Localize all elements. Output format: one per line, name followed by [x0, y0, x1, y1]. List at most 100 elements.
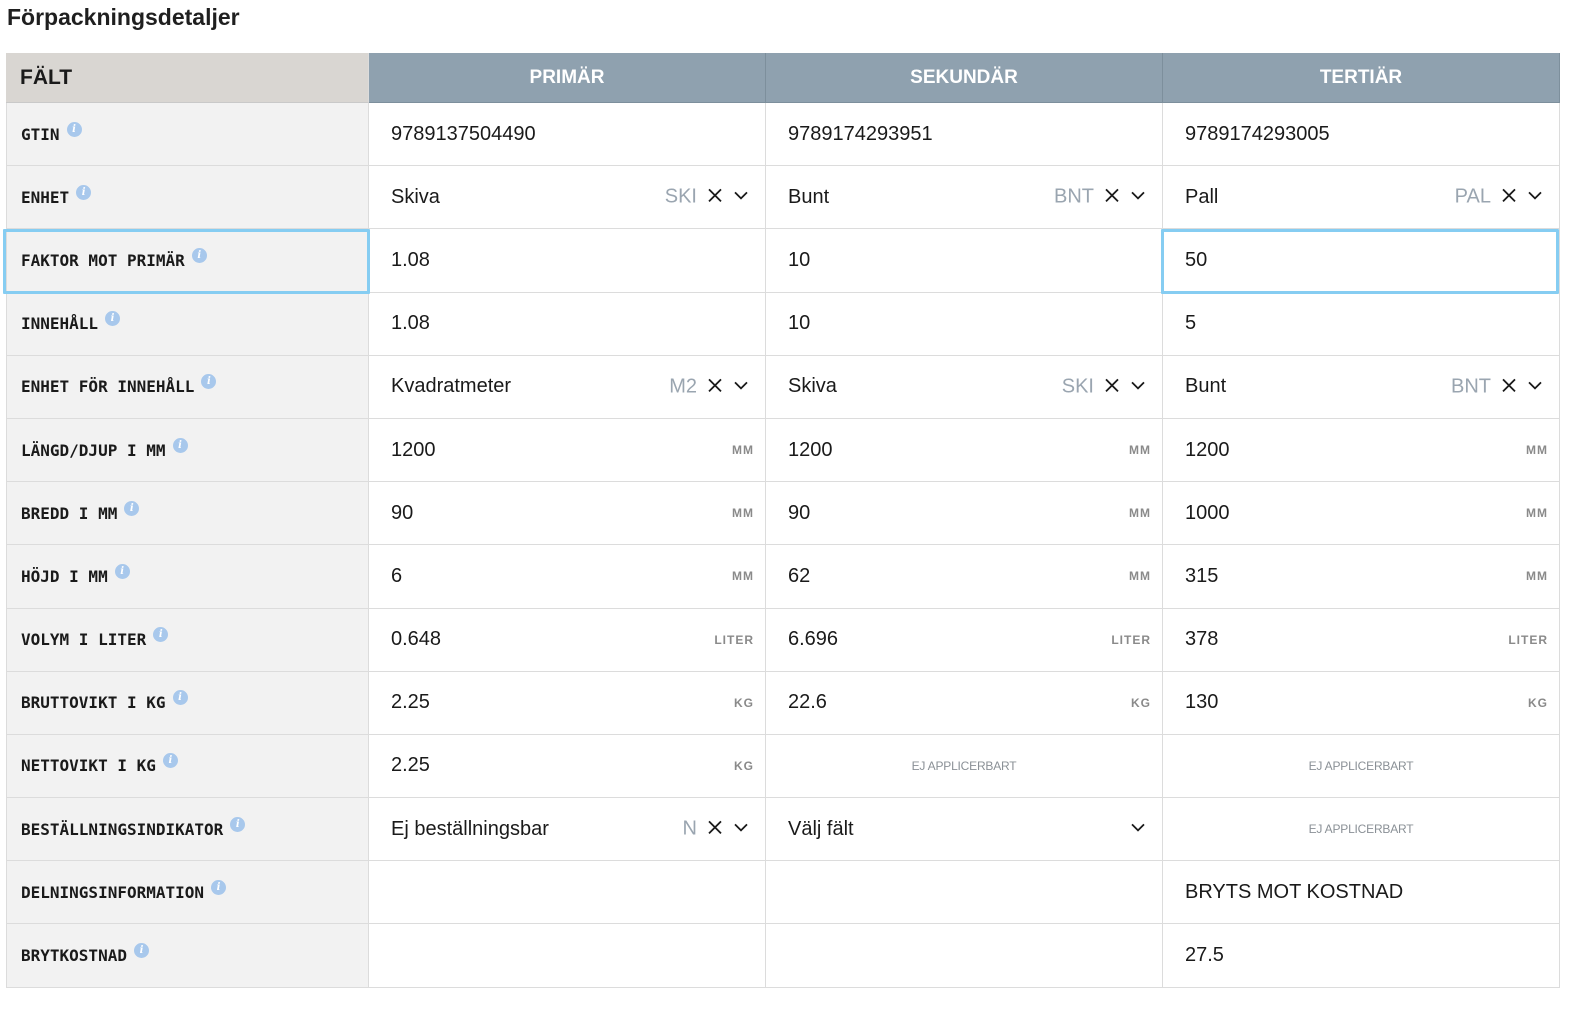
bredd-primary-field[interactable]: 90 MM — [369, 482, 766, 546]
select-code: SKI — [1061, 375, 1094, 398]
info-icon[interactable]: i — [211, 879, 227, 895]
bruttovikt-secondary-field[interactable]: 22.6 KG — [766, 671, 1163, 735]
langd-secondary-field[interactable]: 1200 MM — [766, 418, 1163, 483]
langd-primary-value: 1200 — [391, 438, 436, 461]
info-icon[interactable]: i — [133, 943, 149, 959]
nettovikt-primary-field[interactable]: 2.25 KG — [369, 734, 766, 799]
unit-label: MM — [1526, 506, 1548, 521]
delning-tertiary-field[interactable]: BRYTS MOT KOSTNAD — [1163, 861, 1560, 925]
enhet-primary-select[interactable]: Skiva SKI — [369, 166, 766, 230]
packaging-table: FÄLT PRIMÄR SEKUNDÄR TERTIÄR GTIN i 9789… — [6, 53, 1560, 988]
gtin-tertiary-field[interactable]: 9789174293005 — [1163, 103, 1560, 167]
nettovikt-primary-value: 2.25 — [391, 754, 430, 777]
hojd-secondary-field[interactable]: 62 MM — [766, 545, 1163, 609]
hojd-tertiary-field[interactable]: 315 MM — [1163, 545, 1560, 609]
row-label-gtin: GTIN i — [6, 103, 369, 167]
volym-primary-field[interactable]: 0.648 LITER — [369, 608, 766, 672]
enhet-innehall-secondary-select[interactable]: Skiva SKI — [766, 355, 1163, 419]
info-icon[interactable]: i — [201, 374, 217, 390]
enhet-innehall-tertiary-select[interactable]: Bunt BNT — [1163, 355, 1560, 419]
delning-primary-field — [369, 861, 766, 925]
row-label-innehall: INNEHÅLL i — [6, 292, 369, 356]
innehall-primary-field[interactable]: 1.08 — [369, 292, 766, 356]
bredd-secondary-value: 90 — [788, 501, 811, 524]
faktor-primary-field[interactable]: 1.08 — [369, 229, 766, 293]
label-text: GTIN — [21, 124, 60, 144]
innehall-secondary-field[interactable]: 10 — [766, 292, 1163, 356]
chevron-down-icon[interactable] — [1130, 188, 1146, 204]
unit-label: KG — [1131, 695, 1151, 710]
gtin-tertiary-value: 9789174293005 — [1185, 122, 1330, 145]
row-label-bestallning: BESTÄLLNINGSINDIKATOR i — [6, 798, 369, 862]
chevron-down-icon[interactable] — [1130, 377, 1146, 393]
info-icon[interactable]: i — [105, 311, 121, 327]
langd-primary-field[interactable]: 1200 MM — [369, 418, 766, 483]
unit-label: LITER — [1508, 632, 1548, 647]
langd-tertiary-field[interactable]: 1200 MM — [1163, 418, 1560, 483]
chevron-down-icon[interactable] — [1527, 188, 1543, 204]
enhet-tertiary-select[interactable]: Pall PAL — [1163, 166, 1560, 230]
label-text: BRYTKOSTNAD — [21, 946, 127, 966]
faktor-primary-value: 1.08 — [391, 248, 430, 271]
clear-icon[interactable] — [707, 188, 723, 204]
volym-secondary-field[interactable]: 6.696 LITER — [766, 608, 1163, 672]
not-applicable-text: EJ APPLICERBART — [911, 758, 1017, 773]
info-icon[interactable]: i — [191, 247, 207, 263]
label-text: BESTÄLLNINGSINDIKATOR — [21, 819, 224, 839]
label-text: ENHET FÖR INNEHÅLL — [21, 377, 195, 397]
chevron-down-icon[interactable] — [733, 377, 749, 393]
info-icon[interactable]: i — [230, 816, 246, 832]
unit-label: MM — [1526, 443, 1548, 458]
chevron-down-icon[interactable] — [733, 188, 749, 204]
gtin-primary-field[interactable]: 9789137504490 — [369, 103, 766, 167]
info-icon[interactable]: i — [172, 437, 188, 453]
clear-icon[interactable] — [1501, 188, 1517, 204]
info-icon[interactable]: i — [153, 627, 169, 643]
volym-tertiary-value: 378 — [1185, 628, 1219, 651]
row-label-bredd: BREDD I MM i — [6, 482, 369, 546]
faktor-tertiary-field[interactable]: 50 — [1163, 229, 1560, 293]
volym-tertiary-field[interactable]: 378 LITER — [1163, 608, 1560, 672]
info-icon[interactable]: i — [162, 753, 178, 769]
bestallning-primary-select[interactable]: Ej beställningsbar N — [369, 798, 766, 862]
innehall-secondary-value: 10 — [788, 312, 811, 335]
chevron-down-icon[interactable] — [1527, 377, 1543, 393]
info-icon[interactable]: i — [76, 184, 92, 200]
innehall-tertiary-value: 5 — [1185, 312, 1197, 335]
label-text: HÖJD I MM — [21, 566, 108, 586]
info-icon[interactable]: i — [114, 563, 130, 579]
row-label-enhet: ENHET i — [6, 166, 369, 230]
info-icon[interactable]: i — [172, 690, 188, 706]
clear-icon[interactable] — [707, 820, 723, 836]
bruttovikt-tertiary-field[interactable]: 130 KG — [1163, 671, 1560, 735]
enhet-innehall-primary-select[interactable]: Kvadratmeter M2 — [369, 355, 766, 419]
bredd-tertiary-field[interactable]: 1000 MM — [1163, 482, 1560, 546]
brytkostnad-primary-field — [369, 924, 766, 988]
chevron-down-icon[interactable] — [1130, 820, 1146, 836]
select-value: Kvadratmeter — [391, 375, 512, 398]
column-header-field: FÄLT — [6, 53, 369, 103]
enhet-secondary-select[interactable]: Bunt BNT — [766, 166, 1163, 230]
clear-icon[interactable] — [1501, 377, 1517, 393]
chevron-down-icon[interactable] — [733, 820, 749, 836]
clear-icon[interactable] — [707, 377, 723, 393]
innehall-tertiary-field[interactable]: 5 — [1163, 292, 1560, 356]
label-text: DELNINGSINFORMATION — [21, 882, 205, 902]
bruttovikt-tertiary-value: 130 — [1185, 691, 1219, 714]
label-text: VOLYM I LITER — [21, 630, 147, 650]
info-icon[interactable]: i — [124, 500, 140, 516]
info-icon[interactable]: i — [66, 121, 82, 137]
row-label-hojd: HÖJD I MM i — [6, 545, 369, 609]
brytkostnad-tertiary-field[interactable]: 27.5 — [1163, 924, 1560, 988]
label-text: BRUTTOVIKT I KG — [21, 693, 166, 713]
unit-label: LITER — [1111, 632, 1151, 647]
clear-icon[interactable] — [1104, 377, 1120, 393]
clear-icon[interactable] — [1104, 188, 1120, 204]
bruttovikt-primary-field[interactable]: 2.25 KG — [369, 671, 766, 735]
gtin-secondary-field[interactable]: 9789174293951 — [766, 103, 1163, 167]
faktor-secondary-field[interactable]: 10 — [766, 229, 1163, 293]
bestallning-secondary-select[interactable]: Välj fält — [766, 798, 1163, 862]
nettovikt-secondary-na: EJ APPLICERBART — [766, 734, 1163, 799]
hojd-primary-field[interactable]: 6 MM — [369, 545, 766, 609]
bredd-secondary-field[interactable]: 90 MM — [766, 482, 1163, 546]
